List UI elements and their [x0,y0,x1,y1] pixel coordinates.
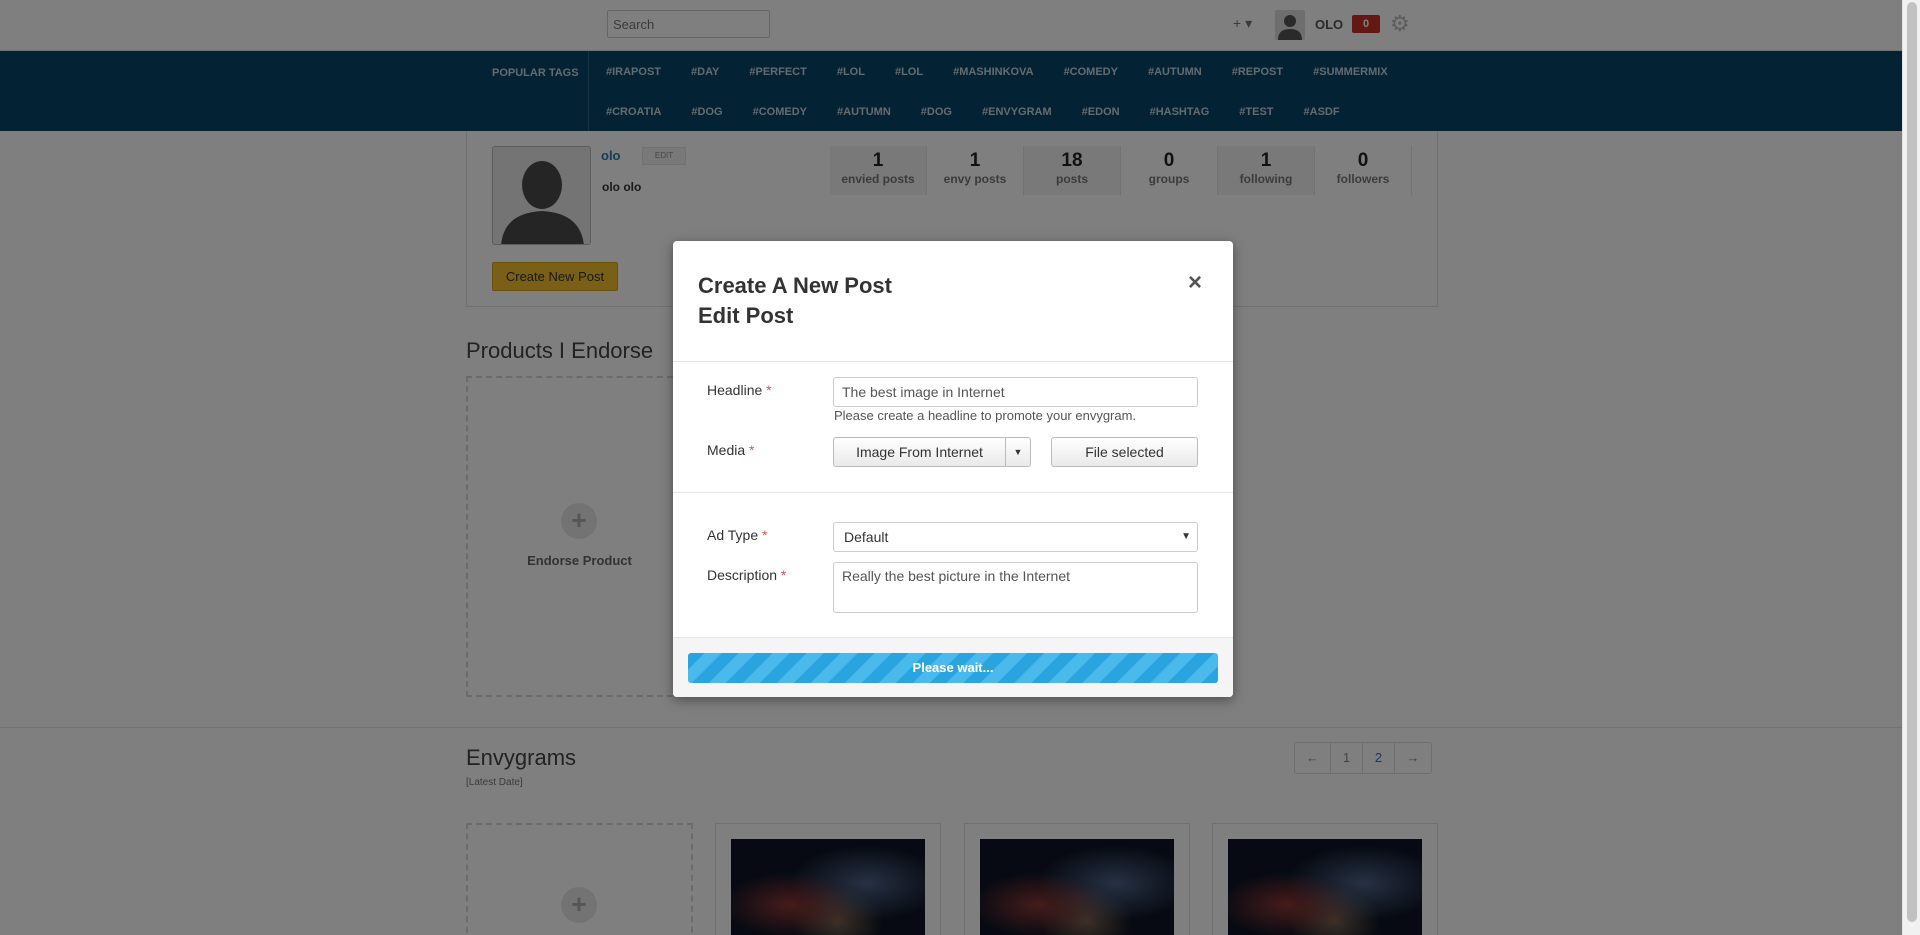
ad-type-select[interactable]: Default ▼ [833,522,1198,552]
file-select-button[interactable]: File selected [1051,437,1198,467]
modal-divider [673,361,1233,362]
create-post-modal: Create A New Post Edit Post × Headline *… [673,241,1233,697]
chevron-down-icon[interactable]: ▼ [1005,437,1031,467]
modal-title-line-1: Create A New Post [698,273,892,298]
ad-type-label-text: Ad Type [707,527,759,543]
ad-type-value: Default [844,529,889,545]
modal-footer: Please wait... [673,637,1233,697]
headline-help-text: Please create a headline to promote your… [834,408,1137,423]
submit-progress-bar: Please wait... [688,653,1218,683]
close-icon[interactable]: × [1188,271,1202,295]
headline-input[interactable]: The best image in Internet [833,377,1198,407]
required-mark: * [766,382,772,398]
chevron-down-icon: ▼ [1181,531,1191,542]
page-scrollbar[interactable] [1902,0,1920,935]
headline-label-text: Headline [707,382,763,398]
required-mark: * [762,527,768,543]
description-label-text: Description [707,567,778,583]
description-label: Description * [707,567,786,583]
scrollbar-thumb[interactable] [1907,2,1917,922]
description-textarea[interactable]: Really the best picture in the Internet [833,562,1198,613]
ad-type-label: Ad Type * [707,527,767,543]
required-mark: * [749,442,755,458]
modal-title: Create A New Post Edit Post [698,271,892,331]
headline-label: Headline * [707,382,772,398]
media-label: Media * [707,442,754,458]
media-source-button[interactable]: Image From Internet [833,437,1006,467]
modal-divider [673,492,1233,493]
media-label-text: Media [707,442,746,458]
required-mark: * [780,567,787,583]
modal-title-line-2: Edit Post [698,303,794,328]
